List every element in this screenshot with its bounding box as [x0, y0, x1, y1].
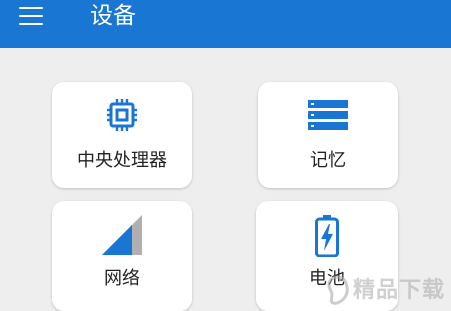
signal-strength-icon — [102, 215, 142, 259]
battery-charging-icon — [315, 215, 339, 261]
memory-list-icon — [308, 98, 348, 136]
cpu-chip-icon — [107, 98, 137, 138]
hamburger-menu-icon[interactable] — [19, 7, 43, 25]
card-label-memory: 记忆 — [310, 150, 346, 171]
page-title: 设备 — [90, 3, 136, 29]
watermark-logo-icon — [325, 275, 351, 305]
card-label-cpu: 中央处理器 — [77, 150, 167, 171]
app-bar: 设备 — [0, 0, 451, 48]
card-label-network: 网络 — [104, 268, 140, 289]
card-memory[interactable]: 记忆 — [258, 82, 398, 188]
watermark-text: 精品下载 — [352, 278, 445, 303]
card-network[interactable]: 网络 — [52, 201, 192, 311]
card-cpu[interactable]: 中央处理器 — [52, 82, 192, 188]
